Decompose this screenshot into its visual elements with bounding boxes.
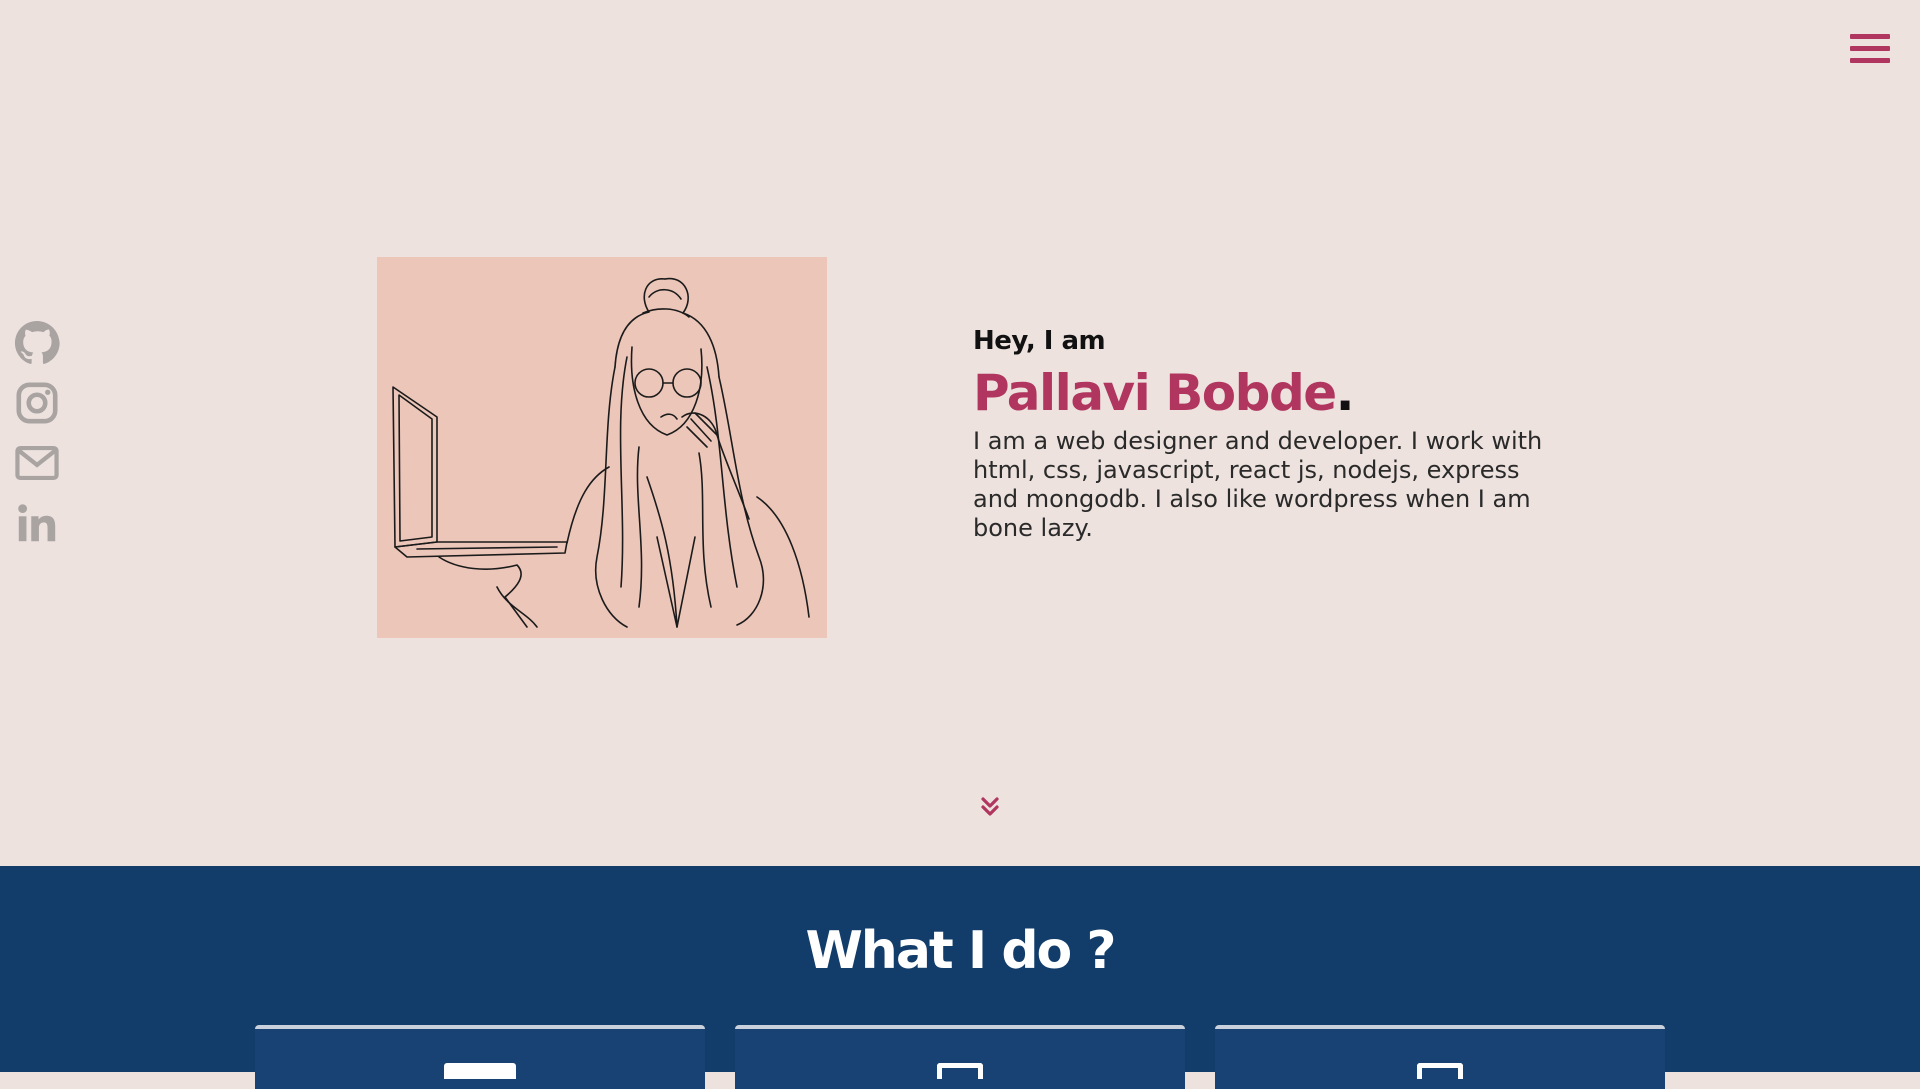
- github-link[interactable]: [14, 320, 60, 366]
- hero-name: Pallavi Bobde.: [973, 366, 1563, 421]
- social-links: [14, 320, 60, 546]
- hamburger-icon-line: [1850, 34, 1890, 39]
- instagram-link[interactable]: [14, 380, 60, 426]
- services-title: What I do ?: [805, 921, 1116, 981]
- hero-illustration: [377, 257, 827, 638]
- greeting: Hey, I am: [973, 326, 1106, 356]
- service-card[interactable]: [255, 1025, 705, 1089]
- email-link[interactable]: [14, 440, 60, 486]
- hamburger-icon-line: [1850, 46, 1890, 51]
- name-dot: .: [1335, 364, 1355, 422]
- github-icon: [14, 320, 60, 364]
- hamburger-icon-line: [1850, 58, 1890, 63]
- mail-icon: [15, 445, 59, 481]
- service-card[interactable]: [735, 1025, 1185, 1089]
- service-card[interactable]: [1215, 1025, 1665, 1089]
- intro-section: Hey, I am Pallavi Bobde. I am a web desi…: [973, 326, 1563, 543]
- service-card-icon: [937, 1063, 983, 1079]
- scroll-down-button[interactable]: [980, 796, 1000, 818]
- double-chevron-down-icon: [981, 797, 999, 816]
- name-text: Pallavi Bobde: [973, 364, 1337, 422]
- instagram-icon: [16, 382, 58, 424]
- services-section: What I do ?: [0, 866, 1920, 1089]
- linkedin-link[interactable]: [14, 500, 60, 546]
- woman-with-laptop-illustration: [392, 277, 810, 628]
- service-card-icon: [444, 1063, 516, 1079]
- bio-text: I am a web designer and developer. I wor…: [973, 427, 1543, 542]
- service-card-icon: [1417, 1063, 1463, 1079]
- menu-button[interactable]: [1850, 34, 1890, 74]
- linkedin-icon: [18, 504, 56, 542]
